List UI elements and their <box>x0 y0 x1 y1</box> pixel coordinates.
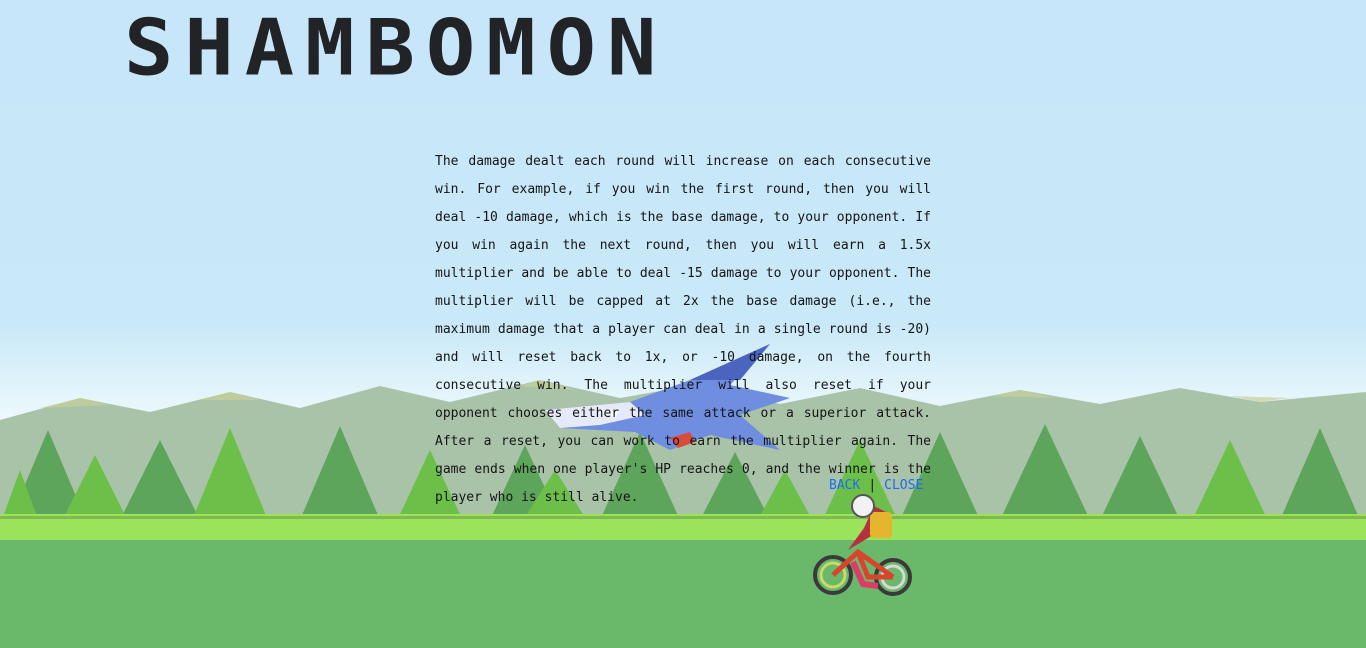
close-link[interactable]: CLOSE <box>884 478 923 493</box>
game-title: SHAMBOMON <box>124 3 668 94</box>
rules-nav: BACK | CLOSE <box>829 477 923 495</box>
rules-text: The damage dealt each round will increas… <box>435 154 931 505</box>
back-link[interactable]: BACK <box>829 478 860 493</box>
grass-field <box>0 540 1366 648</box>
nav-separator: | <box>868 478 877 493</box>
